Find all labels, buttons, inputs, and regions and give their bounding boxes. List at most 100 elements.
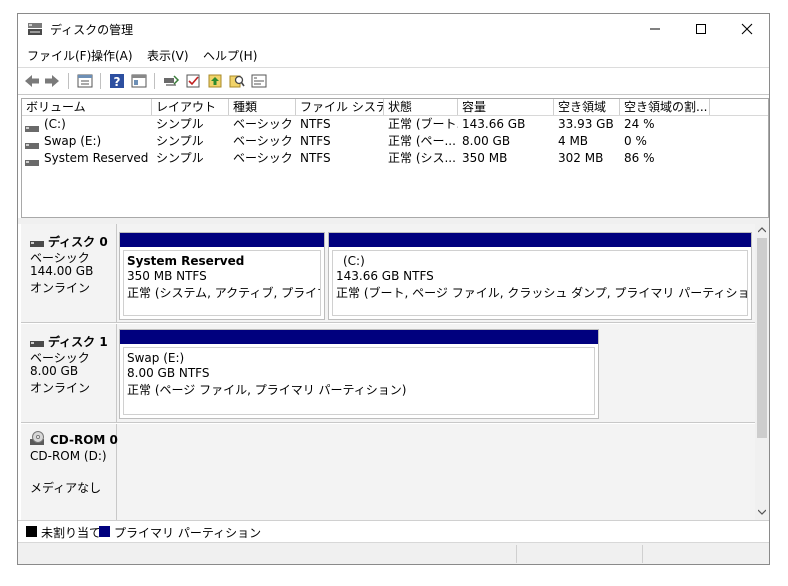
volume-status: 正常 (ブート... xyxy=(388,117,458,131)
volume-name: (C:) xyxy=(44,117,66,131)
forward-icon[interactable] xyxy=(43,72,61,90)
menu-help[interactable]: ヘルプ(H) xyxy=(203,47,257,64)
drive-icon xyxy=(25,155,39,166)
disk-0-status: オンライン xyxy=(30,281,91,295)
column-header-filesystem[interactable]: ファイル システム xyxy=(296,99,384,115)
partition-c[interactable]: (C:) 143.66 GB NTFS 正常 (ブート, ページ ファイル, ク… xyxy=(328,232,752,320)
minimize-icon xyxy=(650,28,660,30)
scrollbar-thumb[interactable] xyxy=(757,238,767,438)
toolbar-separator xyxy=(68,73,69,89)
primary-partition-bar xyxy=(329,233,751,247)
partition-name: (C:) xyxy=(343,254,365,268)
volume-row-c[interactable]: (C:) シンプル ベーシック NTFS 正常 (ブート... 143.66 G… xyxy=(22,116,768,133)
properties-icon[interactable] xyxy=(76,72,94,90)
volume-layout: シンプル xyxy=(156,134,204,148)
partition-system-reserved[interactable]: System Reserved 350 MB NTFS 正常 (システム, アク… xyxy=(119,232,325,320)
column-header-capacity[interactable]: 容量 xyxy=(458,99,554,115)
volume-type: ベーシック xyxy=(233,151,293,165)
status-bar xyxy=(18,542,769,564)
show-hide-icon[interactable] xyxy=(130,72,148,90)
maximize-button[interactable] xyxy=(678,14,724,44)
close-button[interactable] xyxy=(724,14,769,44)
disk-1-label[interactable]: ディスク 1 ベーシック 8.00 GB オンライン xyxy=(21,324,117,422)
partition-name: Swap (E:) xyxy=(127,351,185,365)
primary-partition-bar xyxy=(120,233,324,247)
partition-size: 143.66 GB NTFS xyxy=(336,269,434,283)
import-icon[interactable] xyxy=(206,72,224,90)
help-icon[interactable]: ? xyxy=(108,72,126,90)
cdrom-icon xyxy=(30,431,45,449)
cdrom-0-media: メディアなし xyxy=(30,481,102,495)
disk-1-name: ディスク 1 xyxy=(48,335,108,349)
column-header-free-percent[interactable]: 空き領域の割... xyxy=(620,99,710,115)
volume-free-percent: 0 % xyxy=(624,134,647,148)
volume-row-e[interactable]: Swap (E:) シンプル ベーシック NTFS 正常 (ペー... 8.00… xyxy=(22,133,768,150)
volume-capacity: 8.00 GB xyxy=(462,134,511,148)
volume-filesystem: NTFS xyxy=(300,117,331,131)
column-header-volume[interactable]: ボリューム xyxy=(22,99,152,115)
legend-unallocated-swatch xyxy=(26,526,37,537)
legend-primary-label: プライマリ パーティション xyxy=(114,526,262,540)
legend-unallocated-label: 未割り当て xyxy=(41,526,102,540)
search-icon[interactable] xyxy=(228,72,246,90)
volume-row-system-reserved[interactable]: System Reserved シンプル ベーシック NTFS 正常 (シス..… xyxy=(22,150,768,167)
column-header-type[interactable]: 種類 xyxy=(229,99,296,115)
toolbar-separator xyxy=(100,73,101,89)
cdrom-0-label[interactable]: CD-ROM 0 CD-ROM (D:) メディアなし xyxy=(21,424,118,520)
console-icon[interactable] xyxy=(250,72,268,90)
disk-1-status: オンライン xyxy=(30,381,91,395)
disk-management-icon xyxy=(27,22,43,39)
column-header-status[interactable]: 状態 xyxy=(384,99,458,115)
status-cell xyxy=(516,545,643,563)
scroll-down-icon[interactable] xyxy=(758,509,766,515)
disk-0-row: ディスク 0 ベーシック 144.00 GB オンライン System Rese… xyxy=(21,224,755,323)
disk-icon xyxy=(30,336,44,350)
partition-status: 正常 (ブート, ページ ファイル, クラッシュ ダンプ, プライマリ パーティ… xyxy=(336,286,747,300)
disk-graphical-view: ディスク 0 ベーシック 144.00 GB オンライン System Rese… xyxy=(21,224,769,520)
column-header-free-space[interactable]: 空き領域 xyxy=(554,99,620,115)
volume-list[interactable]: ボリューム レイアウト 種類 ファイル システム 状態 容量 空き領域 空き領域… xyxy=(21,98,769,218)
toolbar-separator xyxy=(154,73,155,89)
legend-primary-swatch xyxy=(99,526,110,537)
volume-capacity: 350 MB xyxy=(462,151,508,165)
disk-list: ディスク 0 ベーシック 144.00 GB オンライン System Rese… xyxy=(21,224,755,520)
disk-0-label[interactable]: ディスク 0 ベーシック 144.00 GB オンライン xyxy=(21,224,117,322)
volume-free-percent: 24 % xyxy=(624,117,655,131)
disk-0-size: 144.00 GB xyxy=(30,264,94,278)
status-cell xyxy=(18,545,517,563)
volume-type: ベーシック xyxy=(233,117,293,131)
volume-free-space: 4 MB xyxy=(558,134,589,148)
menu-view[interactable]: 表示(V) xyxy=(147,47,189,64)
check-icon[interactable] xyxy=(184,72,202,90)
column-header-layout[interactable]: レイアウト xyxy=(152,99,229,115)
partition-status: 正常 (システム, アクティブ, プライマリ パーテ xyxy=(127,286,320,300)
cdrom-0-name: CD-ROM 0 xyxy=(50,433,118,447)
volume-status: 正常 (シス... xyxy=(388,151,456,165)
minimize-button[interactable] xyxy=(632,14,678,44)
close-icon xyxy=(741,23,753,35)
scroll-up-icon[interactable] xyxy=(758,227,766,233)
title-bar[interactable]: ディスクの管理 xyxy=(18,14,769,44)
svg-text:?: ? xyxy=(114,75,121,89)
volume-free-percent: 86 % xyxy=(624,151,655,165)
volume-status: 正常 (ペー... xyxy=(388,134,456,148)
partition-name: System Reserved xyxy=(127,254,245,268)
disk-management-window: ディスクの管理 ファイル(F) 操作(A) 表示(V) ヘルプ(H) ? ボリュ… xyxy=(17,13,770,565)
volume-capacity: 143.66 GB xyxy=(462,117,526,131)
volume-type: ベーシック xyxy=(233,134,293,148)
rescan-icon[interactable] xyxy=(162,72,180,90)
partition-swap-e[interactable]: Swap (E:) 8.00 GB NTFS 正常 (ページ ファイル, プライ… xyxy=(119,329,599,419)
back-icon[interactable] xyxy=(23,72,41,90)
volume-layout: シンプル xyxy=(156,117,204,131)
menu-action[interactable]: 操作(A) xyxy=(91,47,133,64)
legend: 未割り当て プライマリ パーティション xyxy=(18,520,769,543)
volume-layout: シンプル xyxy=(156,151,204,165)
partition-status: 正常 (ページ ファイル, プライマリ パーティション) xyxy=(127,383,407,397)
disk-1-row: ディスク 1 ベーシック 8.00 GB オンライン Swap (E:) 8.0… xyxy=(21,324,755,423)
vertical-scrollbar[interactable] xyxy=(755,224,769,520)
disk-icon xyxy=(30,236,44,250)
cdrom-0-type: CD-ROM (D:) xyxy=(30,449,107,463)
drive-icon xyxy=(25,138,39,149)
menu-file[interactable]: ファイル(F) xyxy=(27,47,91,64)
window-title: ディスクの管理 xyxy=(50,23,134,37)
